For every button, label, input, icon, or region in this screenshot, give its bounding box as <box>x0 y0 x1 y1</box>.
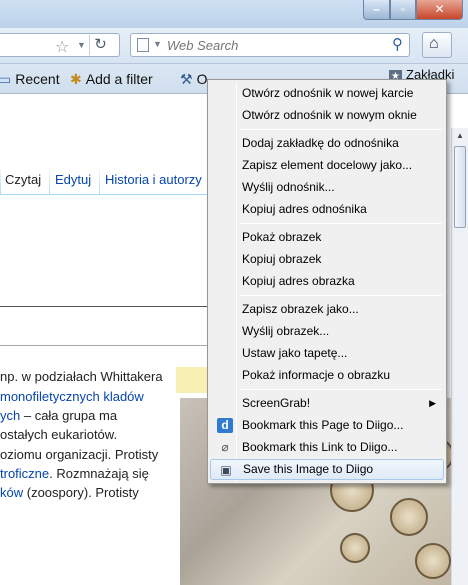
window-titlebar: – ▫ ✕ <box>0 0 468 28</box>
menu-screengrab[interactable]: ScreenGrab! ▶ <box>210 393 444 414</box>
close-icon: ✕ <box>434 2 445 16</box>
url-history-dropdown-icon[interactable]: ▼ <box>77 40 86 50</box>
menu-bookmark-link[interactable]: Dodaj zakładkę do odnośnika <box>210 133 444 154</box>
paragraph-line: oziomu organizacji. Protisty <box>0 447 159 462</box>
bookmark-recent[interactable]: ▭ Recent <box>0 71 60 88</box>
bookmark-label: O <box>196 71 208 87</box>
menu-view-image[interactable]: Pokaż obrazek <box>210 227 444 248</box>
paragraph-link[interactable]: monofiletycznych kladów <box>0 389 144 404</box>
tab-edit[interactable]: Edytuj <box>55 172 91 187</box>
vertical-scrollbar[interactable]: ▲ <box>451 128 468 585</box>
tab-separator <box>49 165 50 195</box>
image-detail <box>390 498 428 536</box>
minimize-icon: – <box>373 2 380 16</box>
paragraph-line: troficzne. Rozmnażają się <box>0 466 149 481</box>
filter-icon: ✱ <box>70 71 82 87</box>
navigation-toolbar: ☆ ▼ ↻ ▼ ⚲ ⌂ <box>0 28 468 64</box>
menu-diigo-save-image-label: Save this Image to Diigo <box>243 462 374 476</box>
url-bar[interactable]: ☆ ▼ ↻ <box>0 33 120 57</box>
tab-read[interactable]: Czytaj <box>5 172 41 187</box>
submenu-arrow-icon: ▶ <box>429 398 436 408</box>
menu-diigo-bookmark-link[interactable]: ⌀ Bookmark this Link to Diigo... <box>210 437 444 458</box>
menu-diigo-bookmark-page[interactable]: d Bookmark this Page to Diigo... <box>210 415 444 436</box>
menu-copy-link-address[interactable]: Kopiuj adres odnośnika <box>210 199 444 220</box>
menu-save-link-as[interactable]: Zapisz element docelowy jako... <box>210 155 444 176</box>
diigo-icon: d <box>217 418 233 433</box>
paperclip-icon: ⌀ <box>221 440 229 454</box>
search-bar[interactable]: ▼ ⚲ <box>130 33 410 57</box>
tool-icon: ⚒ <box>180 71 193 87</box>
scrollbar-thumb[interactable] <box>454 146 466 228</box>
bookmark-tools[interactable]: ⚒ O <box>180 71 207 88</box>
menu-send-link[interactable]: Wyślij odnośnik... <box>210 177 444 198</box>
home-button[interactable]: ⌂ <box>422 32 452 58</box>
search-engine-dropdown-icon[interactable]: ▼ <box>153 39 162 49</box>
search-input[interactable] <box>167 36 367 54</box>
context-menu: Otwórz odnośnik w nowej karcie Otwórz od… <box>207 79 447 484</box>
menu-copy-image[interactable]: Kopiuj obrazek <box>210 249 444 270</box>
menu-separator <box>240 295 442 296</box>
menu-separator <box>240 223 442 224</box>
reload-icon[interactable]: ↻ <box>89 35 111 55</box>
menu-diigo-bookmark-link-label: Bookmark this Link to Diigo... <box>242 440 398 454</box>
search-engine-icon[interactable] <box>137 38 149 52</box>
paragraph-line: ków (zoospory). Protisty <box>0 485 139 500</box>
menu-send-image[interactable]: Wyślij obrazek... <box>210 321 444 342</box>
maximize-button[interactable]: ▫ <box>390 0 416 20</box>
tab-separator <box>99 165 100 195</box>
paragraph-link[interactable]: ych <box>0 408 20 423</box>
paragraph-text: – cała grupa ma <box>20 408 118 423</box>
image-detail <box>415 543 451 579</box>
paragraph-line: np. w podziałach Whittakera <box>0 369 163 384</box>
menu-open-link-new-tab[interactable]: Otwórz odnośnik w nowej karcie <box>210 83 444 104</box>
close-button[interactable]: ✕ <box>416 0 463 20</box>
floppy-disk-icon: ▣ <box>220 463 232 477</box>
maximize-icon: ▫ <box>400 2 406 16</box>
menu-open-link-new-window[interactable]: Otwórz odnośnik w nowym oknie <box>210 105 444 126</box>
menu-screengrab-label: ScreenGrab! <box>242 396 311 410</box>
menu-diigo-bookmark-page-label: Bookmark this Page to Diigo... <box>242 418 404 432</box>
bookmark-label: Recent <box>15 71 60 87</box>
paragraph-link[interactable]: troficzne <box>0 466 49 481</box>
home-icon: ⌂ <box>429 35 439 52</box>
menu-set-as-wallpaper[interactable]: Ustaw jako tapetę... <box>210 343 444 364</box>
menu-view-image-info[interactable]: Pokaż informacje o obrazku <box>210 365 444 386</box>
paragraph-link[interactable]: ków <box>0 485 23 500</box>
menu-separator <box>240 389 442 390</box>
star-bookmark-icon[interactable]: ☆ <box>55 37 69 57</box>
tab-separator <box>0 165 1 195</box>
folder-icon: ▭ <box>0 71 12 87</box>
tab-history[interactable]: Historia i autorzy <box>105 172 202 187</box>
article-tabs: Czytaj Edytuj Historia i autorzy <box>0 165 220 195</box>
scroll-up-arrow-icon[interactable]: ▲ <box>452 128 468 144</box>
paragraph-line: ostałych eukariotów. <box>0 427 118 442</box>
menu-save-image-as[interactable]: Zapisz obrazek jako... <box>210 299 444 320</box>
paragraph-line: ych – cała grupa ma <box>0 408 117 423</box>
menu-separator <box>240 129 442 130</box>
paragraph-text: (zoospory). Protisty <box>23 485 139 500</box>
search-icon[interactable]: ⚲ <box>392 35 403 53</box>
image-detail <box>340 533 370 563</box>
bookmark-label: Add a filter <box>85 71 153 87</box>
bookmark-add-filter[interactable]: ✱ Add a filter <box>70 71 153 88</box>
minimize-button[interactable]: – <box>363 0 390 20</box>
paragraph-text: . Rozmnażają się <box>49 466 149 481</box>
content-divider <box>0 345 210 346</box>
content-divider <box>0 195 210 307</box>
menu-diigo-save-image[interactable]: ▣ Save this Image to Diigo <box>210 459 444 480</box>
menu-copy-image-address[interactable]: Kopiuj adres obrazka <box>210 271 444 292</box>
